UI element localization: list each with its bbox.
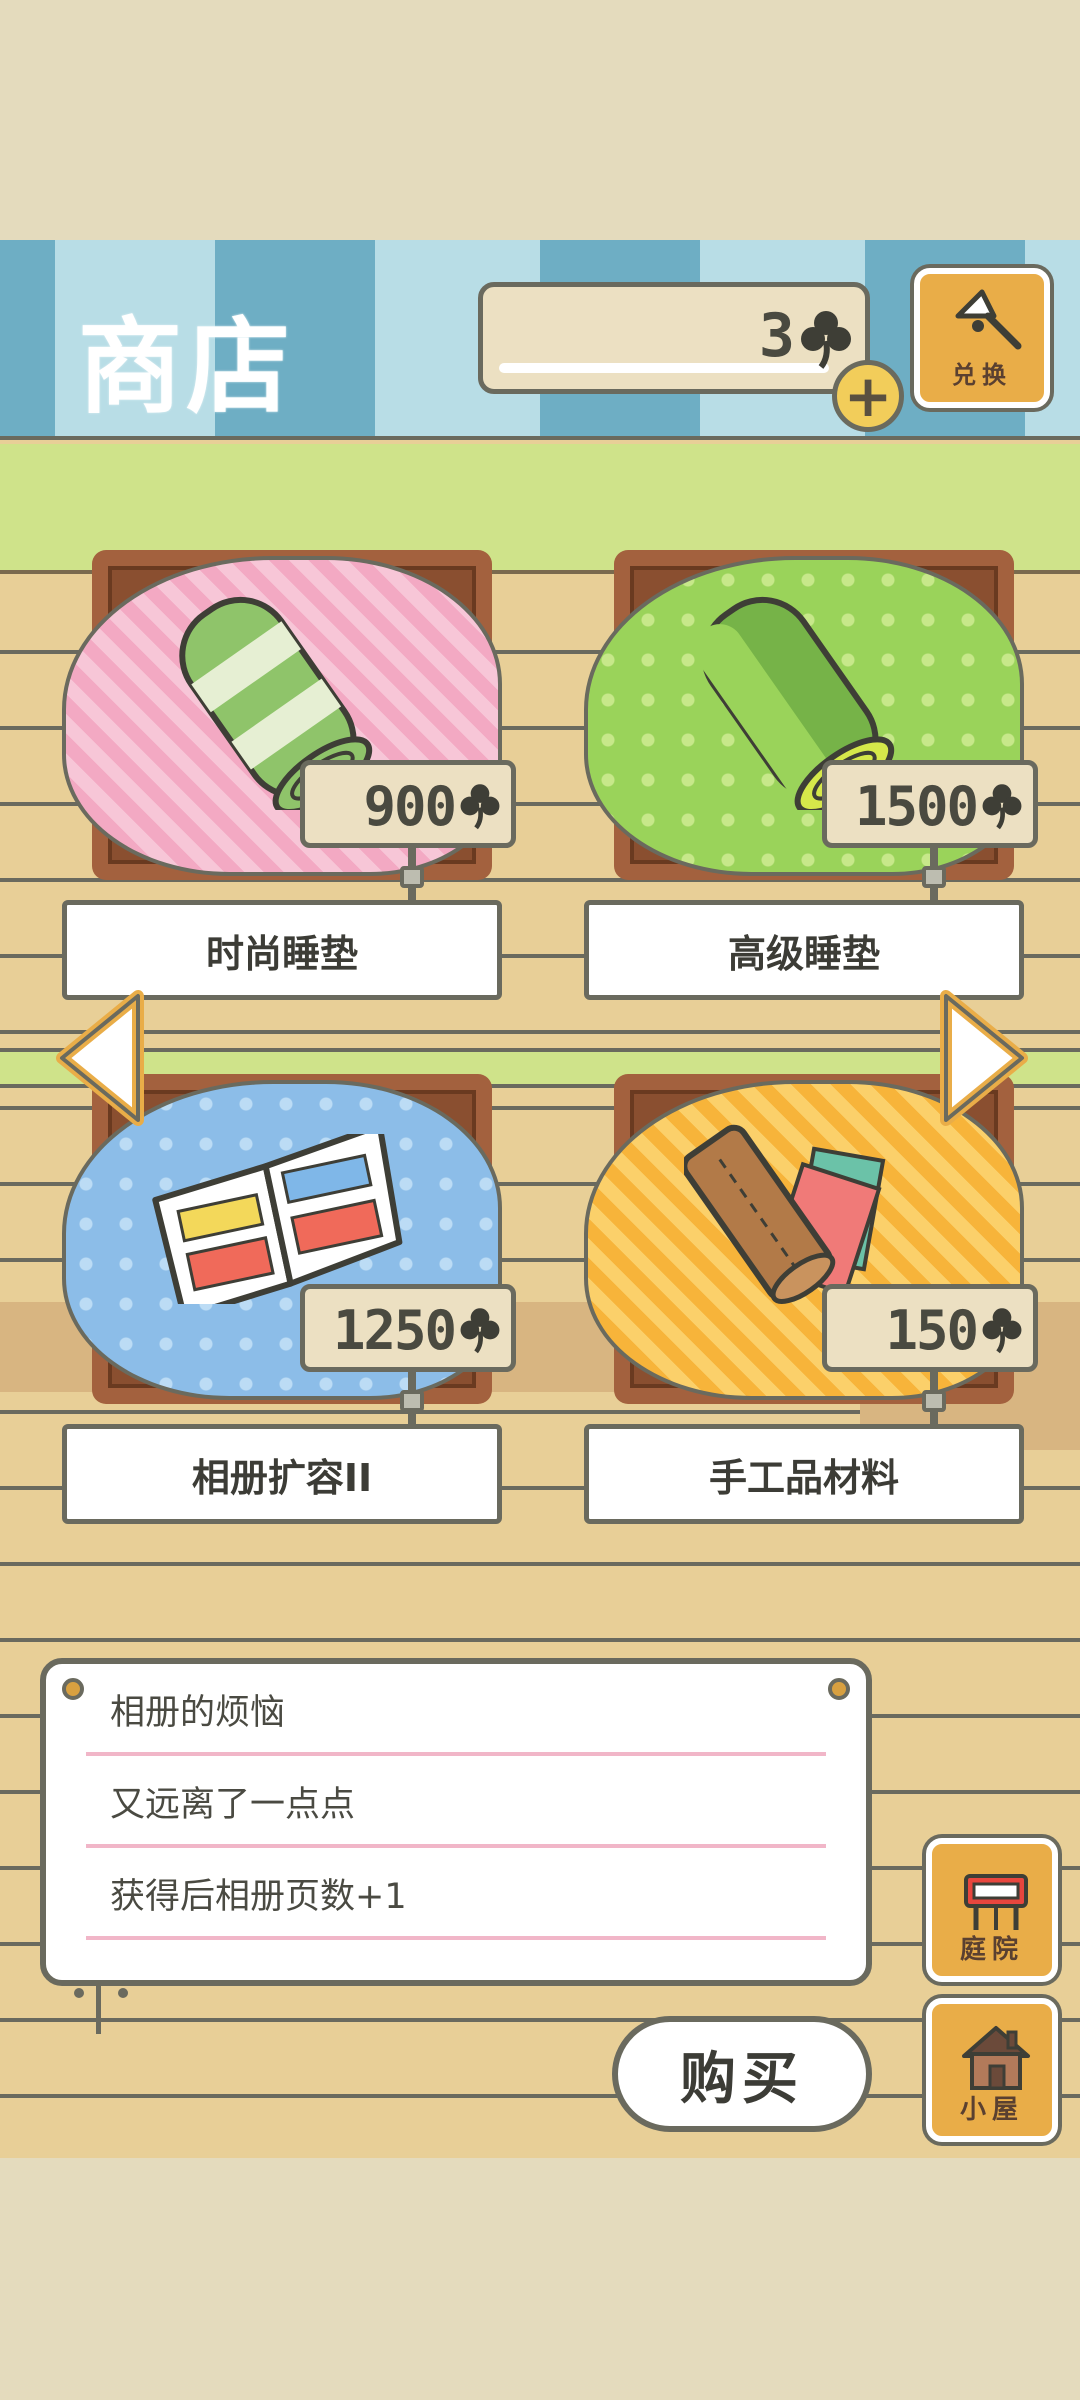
house-icon: [962, 2026, 1030, 2090]
next-page-button[interactable]: [936, 988, 1032, 1128]
clover-icon: [460, 1308, 500, 1354]
key-icon: [955, 289, 1022, 350]
item-name: 相册扩容II: [62, 1424, 502, 1524]
shop-item-fashion-mat[interactable]: 900 时尚睡垫: [62, 550, 516, 1000]
price-value: 900: [363, 775, 457, 838]
nail-dot: [74, 1988, 84, 1998]
screen: 商店 3 + 兑换 900 时尚睡垫 1500 高级睡垫 1250 相册扩容II…: [0, 0, 1080, 2400]
item-name: 手工品材料: [584, 1424, 1024, 1524]
item-name: 高级睡垫: [584, 900, 1024, 1000]
price-value: 1500: [854, 775, 979, 838]
price-tag: 1500: [822, 760, 1038, 848]
shop-item-craft-materials[interactable]: 150 手工品材料: [584, 1074, 1038, 1524]
shop-item-album-expansion[interactable]: 1250 相册扩容II: [62, 1074, 516, 1524]
nail-icon: [828, 1678, 850, 1700]
prev-page-button[interactable]: [52, 988, 148, 1128]
garden-button[interactable]: 庭院: [926, 1838, 1058, 1982]
plus-icon: +: [843, 362, 893, 430]
house-label: 小屋: [959, 2095, 1024, 2125]
clover-icon: [801, 311, 851, 369]
description-line: 相册的烦恼: [86, 1664, 826, 1756]
clover-icon: [460, 784, 500, 830]
photo-album-icon: [152, 1134, 403, 1304]
exchange-label: 兑换: [952, 361, 1012, 389]
page-title: 商店: [78, 306, 295, 428]
price-value: 1250: [332, 1299, 457, 1362]
clover-icon: [982, 784, 1022, 830]
tag-clip: [922, 866, 946, 888]
description-line: 获得后相册页数+1: [86, 1848, 826, 1940]
shop-header: 商店 3 + 兑换: [0, 240, 1080, 440]
shop-item-premium-mat[interactable]: 1500 高级睡垫: [584, 550, 1038, 1000]
price-tag: 900: [300, 760, 516, 848]
garden-gate-icon: [964, 1874, 1028, 1930]
shop-screen: 商店 3 + 兑换 900 时尚睡垫 1500 高级睡垫 1250 相册扩容II…: [0, 240, 1080, 2158]
price-value: 150: [885, 1299, 979, 1362]
house-button[interactable]: 小屋: [926, 1998, 1058, 2142]
buy-button[interactable]: 购买: [612, 2016, 872, 2132]
item-name: 时尚睡垫: [62, 900, 502, 1000]
description-line: 又远离了一点点: [86, 1756, 826, 1848]
clover-icon: [982, 1308, 1022, 1354]
price-tag: 150: [822, 1284, 1038, 1372]
nail-dot: [118, 1988, 128, 1998]
add-clover-button[interactable]: +: [832, 360, 904, 432]
item-description-board: 相册的烦恼 又远离了一点点 获得后相册页数+1: [40, 1658, 872, 1986]
price-tag: 1250: [300, 1284, 516, 1372]
tag-clip: [400, 866, 424, 888]
clover-balance: 3: [478, 282, 870, 394]
nail-icon: [62, 1678, 84, 1700]
tag-clip: [922, 1390, 946, 1412]
tag-clip: [400, 1390, 424, 1412]
garden-label: 庭院: [959, 1935, 1024, 1965]
exchange-button[interactable]: 兑换: [914, 268, 1050, 408]
clover-count: 3: [758, 301, 795, 371]
